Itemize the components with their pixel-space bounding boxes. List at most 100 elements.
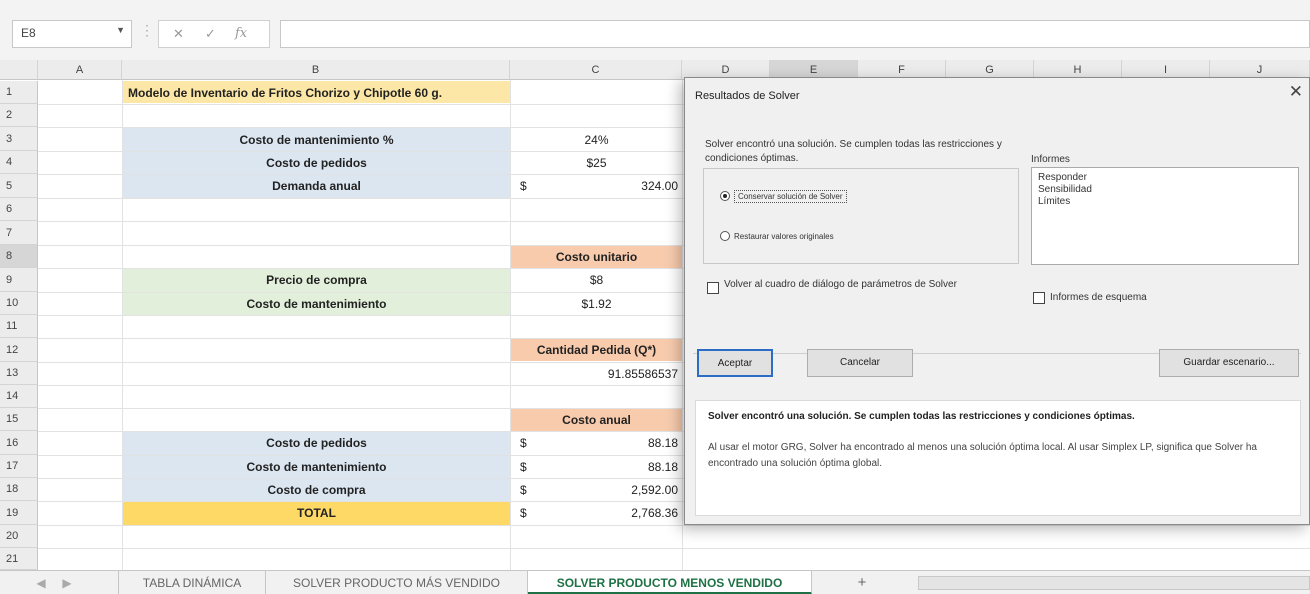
- sheet-tab-bar: ◀ ▶ TABLA DINÁMICA SOLVER PRODUCTO MÁS V…: [0, 570, 1310, 594]
- info-heading: Solver encontró una solución. Se cumplen…: [708, 411, 1135, 422]
- row-header[interactable]: 3: [0, 127, 38, 151]
- row-header[interactable]: 6: [0, 198, 38, 221]
- row-header[interactable]: 19: [0, 501, 38, 525]
- row-header[interactable]: 12: [0, 338, 38, 362]
- cell-c19[interactable]: 2,768.36: [560, 506, 678, 520]
- info-description: Al usar el motor GRG, Solver ha encontra…: [708, 442, 1257, 469]
- cancel-icon[interactable]: ✕: [173, 26, 184, 42]
- currency-symbol: $: [520, 460, 527, 474]
- cell-c3[interactable]: 24%: [511, 133, 682, 147]
- ok-button[interactable]: Aceptar: [697, 349, 773, 377]
- cell-b17[interactable]: Costo de mantenimiento: [123, 460, 510, 474]
- grid-line: [38, 548, 1310, 549]
- name-box[interactable]: E8 ▼: [12, 20, 132, 48]
- name-box-value: E8: [21, 26, 36, 40]
- keep-solution-label: Conservar solución de Solver: [734, 190, 847, 203]
- cell-b16[interactable]: Costo de pedidos: [123, 436, 510, 450]
- return-to-params-label: Volver al cuadro de diálogo de parámetro…: [724, 279, 957, 290]
- checkbox-icon: [1033, 292, 1045, 304]
- dialog-title: Resultados de Solver: [695, 90, 800, 102]
- report-option[interactable]: Sensibilidad: [1038, 184, 1292, 196]
- row-header[interactable]: 16: [0, 431, 38, 455]
- tab-scroll-right-icon[interactable]: ▶: [56, 571, 78, 594]
- solver-results-dialog: Resultados de Solver ✕ Solver encontró u…: [684, 77, 1310, 525]
- column-header-c[interactable]: C: [510, 60, 682, 80]
- currency-symbol: $: [520, 436, 527, 450]
- restore-values-radio[interactable]: Restaurar valores originales: [720, 231, 834, 241]
- row-header[interactable]: 10: [0, 292, 38, 315]
- radio-unselected-icon: [720, 231, 730, 241]
- currency-symbol: $: [520, 483, 527, 497]
- cell-b4[interactable]: Costo de pedidos: [123, 156, 510, 170]
- row-header[interactable]: 15: [0, 408, 38, 431]
- row-header[interactable]: 20: [0, 525, 38, 548]
- row-header[interactable]: 21: [0, 548, 38, 570]
- reports-listbox[interactable]: Responder Sensibilidad Límites: [1031, 167, 1299, 265]
- cell-c9[interactable]: $8: [511, 273, 682, 287]
- cell-c18[interactable]: 2,592.00: [560, 483, 678, 497]
- save-scenario-button[interactable]: Guardar escenario...: [1159, 349, 1299, 377]
- tab-scroll-left-icon[interactable]: ◀: [30, 571, 52, 594]
- fx-icon[interactable]: fx: [235, 26, 247, 41]
- currency-symbol: $: [520, 179, 527, 193]
- restore-values-label: Restaurar valores originales: [734, 232, 834, 241]
- cell-c17[interactable]: 88.18: [560, 460, 678, 474]
- cell-b10[interactable]: Costo de mantenimiento: [123, 297, 510, 311]
- row-header[interactable]: 9: [0, 268, 38, 292]
- keep-solution-radio[interactable]: Conservar solución de Solver: [720, 190, 847, 203]
- grid-line: [510, 80, 511, 570]
- sheet-title-cell[interactable]: Modelo de Inventario de Fritos Chorizo y…: [128, 86, 508, 100]
- chevron-down-icon[interactable]: ▼: [116, 25, 125, 35]
- row-header[interactable]: 7: [0, 221, 38, 245]
- cell-b18[interactable]: Costo de compra: [123, 483, 510, 497]
- row-header[interactable]: 4: [0, 151, 38, 174]
- row-header[interactable]: 5: [0, 174, 38, 198]
- cell-c15[interactable]: Costo anual: [511, 413, 682, 427]
- row-header[interactable]: 2: [0, 104, 38, 127]
- row-header[interactable]: 11: [0, 315, 38, 338]
- column-header-a[interactable]: A: [38, 60, 122, 80]
- reports-label: Informes: [1031, 154, 1070, 165]
- select-all-corner[interactable]: [0, 60, 38, 80]
- solution-options-group: Conservar solución de Solver Restaurar v…: [703, 168, 1019, 264]
- radio-selected-icon: [720, 191, 730, 201]
- separator-icon: ⋮: [140, 22, 154, 38]
- cell-c5[interactable]: 324.00: [560, 179, 678, 193]
- row-header[interactable]: 14: [0, 385, 38, 408]
- cancel-button[interactable]: Cancelar: [807, 349, 913, 377]
- row-header[interactable]: 17: [0, 455, 38, 478]
- column-header-b[interactable]: B: [122, 60, 510, 80]
- formula-bar: E8 ▼ ⋮ ✕ ✓ fx: [0, 0, 1310, 60]
- horizontal-scrollbar[interactable]: [918, 576, 1310, 590]
- close-icon[interactable]: ✕: [1289, 82, 1303, 102]
- add-sheet-icon[interactable]: +: [850, 571, 874, 594]
- cell-b9[interactable]: Precio de compra: [123, 273, 510, 287]
- checkbox-icon: [707, 282, 719, 294]
- tab-solver-menos-vendido[interactable]: SOLVER PRODUCTO MENOS VENDIDO: [528, 571, 812, 594]
- outline-reports-label: Informes de esquema: [1050, 292, 1147, 303]
- tab-tabla-dinamica[interactable]: TABLA DINÁMICA: [118, 571, 266, 594]
- cell-c4[interactable]: $25: [511, 156, 682, 170]
- cell-c10[interactable]: $1.92: [511, 297, 682, 311]
- row-header[interactable]: 1: [0, 81, 38, 104]
- currency-symbol: $: [520, 506, 527, 520]
- cell-b5[interactable]: Demanda anual: [123, 179, 510, 193]
- cell-c13[interactable]: 91.85586537: [560, 367, 678, 381]
- cell-c16[interactable]: 88.18: [560, 436, 678, 450]
- tab-solver-mas-vendido[interactable]: SOLVER PRODUCTO MÁS VENDIDO: [266, 571, 528, 594]
- solver-message: Solver encontró una solución. Se cumplen…: [705, 139, 1002, 164]
- check-icon[interactable]: ✓: [205, 26, 216, 42]
- grid-line: [682, 80, 683, 570]
- row-header[interactable]: 13: [0, 362, 38, 385]
- solver-info-box: Solver encontró una solución. Se cumplen…: [695, 400, 1301, 516]
- cell-b19[interactable]: TOTAL: [123, 506, 510, 520]
- row-header[interactable]: 8: [0, 245, 38, 268]
- cell-c8[interactable]: Costo unitario: [511, 250, 682, 264]
- formula-input[interactable]: [280, 20, 1310, 48]
- cell-b3[interactable]: Costo de mantenimiento %: [123, 133, 510, 147]
- grid-line: [38, 525, 1310, 526]
- cell-c12[interactable]: Cantidad Pedida (Q*): [511, 343, 682, 357]
- report-option[interactable]: Límites: [1038, 196, 1292, 208]
- row-header[interactable]: 18: [0, 478, 38, 501]
- report-option[interactable]: Responder: [1038, 172, 1292, 184]
